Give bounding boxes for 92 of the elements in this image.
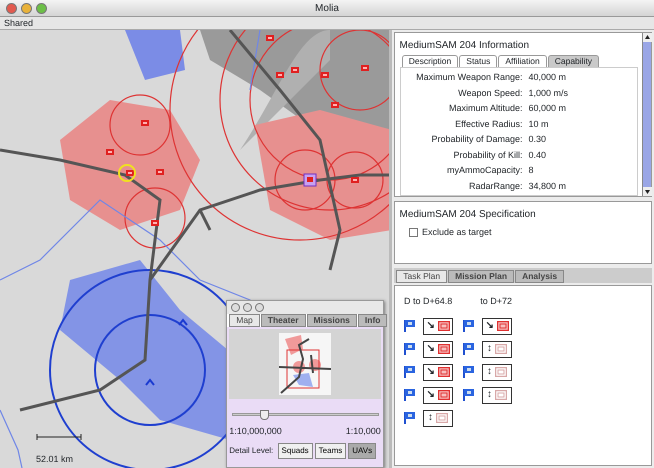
task-button[interactable]: ↘ xyxy=(423,318,453,335)
unit-icon[interactable] xyxy=(331,102,339,108)
selection-ring-icon xyxy=(118,164,136,182)
slider-thumb[interactable] xyxy=(260,410,270,420)
direction-arrow: ↘ xyxy=(426,321,434,332)
detail-button[interactable]: Squads xyxy=(278,443,313,460)
task-button[interactable]: ↘ xyxy=(423,364,453,381)
field-value: 10 m xyxy=(528,118,549,130)
panel-title: MediumSAM 204 Specification xyxy=(400,208,537,222)
task-button[interactable]: ↘ xyxy=(423,386,453,404)
direction-arrow: ↕ xyxy=(487,344,492,354)
direction-arrow: ↘ xyxy=(486,321,494,332)
close-button[interactable] xyxy=(6,2,17,14)
unit-icon[interactable] xyxy=(361,65,369,71)
scale-label: 52.01 km xyxy=(36,454,74,464)
unit-icon[interactable] xyxy=(106,149,114,155)
direction-arrow: ↘ xyxy=(426,344,434,354)
task-button[interactable]: ↕ xyxy=(482,364,512,381)
checkbox[interactable] xyxy=(408,228,418,238)
flag-icon xyxy=(404,366,415,378)
scale-bar xyxy=(36,434,82,440)
tab[interactable]: Theater xyxy=(260,314,306,327)
field-label: myAmmoCapacity: xyxy=(446,164,522,177)
task-button[interactable]: ↘ xyxy=(423,340,453,358)
window-title: Molia xyxy=(315,2,339,16)
task-button[interactable]: ↕ xyxy=(423,410,453,427)
tab[interactable]: Analysis xyxy=(515,270,564,283)
checkbox-label: Exclude as target xyxy=(422,226,492,239)
detail-button[interactable]: UAVs xyxy=(348,443,376,460)
field-value: 60,000 m xyxy=(528,102,566,115)
flag-icon xyxy=(463,366,474,378)
field-label: RadarRange: xyxy=(468,180,522,193)
flag-icon xyxy=(463,389,474,402)
chevron-icon[interactable] xyxy=(178,318,188,326)
field-value: 0.30 xyxy=(528,133,546,146)
task-button[interactable]: ↕ xyxy=(482,386,512,404)
detail-level-label: Detail Level: xyxy=(229,445,274,458)
direction-arrow: ↕ xyxy=(487,390,492,400)
field-value: 0.40 xyxy=(528,148,546,162)
field-value: 40,000 m xyxy=(528,71,566,84)
scale-min-label: 1:10,000,000 xyxy=(229,425,282,438)
direction-arrow: ↕ xyxy=(487,367,492,378)
direction-arrow: ↕ xyxy=(428,413,433,424)
field-label: Probability of Kill: xyxy=(452,148,522,162)
flag-icon xyxy=(463,343,474,356)
minimize-button[interactable] xyxy=(21,2,32,14)
menu-item[interactable]: Shared xyxy=(4,18,34,28)
field-label: Weapon Speed: xyxy=(457,86,522,100)
scale-max-label: 1:10,000 xyxy=(346,425,381,438)
detail-button[interactable]: Teams xyxy=(314,443,346,460)
direction-arrow: ↘ xyxy=(426,367,434,378)
field-label: Probability of Damage: xyxy=(430,133,522,146)
flag-icon xyxy=(404,389,415,402)
overview-map-drawing xyxy=(279,333,331,396)
scroll-up-button[interactable] xyxy=(643,33,652,42)
flag-icon xyxy=(463,320,474,332)
unit-icon[interactable] xyxy=(141,120,149,126)
period-label: to D+72 xyxy=(480,295,512,308)
flag-icon xyxy=(404,320,415,332)
panel-title: MediumSAM 204 Information xyxy=(400,38,530,52)
tab[interactable]: Status xyxy=(459,54,498,67)
field-value: 34,800 m xyxy=(528,180,566,192)
scrollbar[interactable] xyxy=(642,33,651,196)
field-label: Effective Radius: xyxy=(454,118,522,130)
tab[interactable]: Description xyxy=(402,54,458,67)
field-value: 8 xyxy=(528,164,534,177)
tab[interactable]: Map xyxy=(229,314,260,327)
unit-icon[interactable] xyxy=(304,174,316,186)
unit-icon[interactable] xyxy=(126,170,134,176)
flag-icon xyxy=(404,412,415,424)
field-label: Maximum Altitude: xyxy=(448,102,522,115)
period-label: D to D+64.8 xyxy=(404,295,452,308)
field-value: 1,000 m/s xyxy=(528,86,568,100)
tab[interactable]: Affiliation xyxy=(498,54,547,67)
unit-icon[interactable] xyxy=(156,169,164,175)
unit-icon[interactable] xyxy=(266,35,274,41)
unit-icon[interactable] xyxy=(321,72,329,78)
tab[interactable]: Capability xyxy=(548,54,600,67)
task-button[interactable]: ↕ xyxy=(482,340,512,358)
tab[interactable]: Info xyxy=(358,314,388,327)
zoom-button[interactable] xyxy=(36,2,47,14)
task-button[interactable]: ↘ xyxy=(482,318,512,335)
unit-icon[interactable] xyxy=(351,177,359,183)
tab[interactable]: Task Plan xyxy=(396,270,448,283)
flag-icon xyxy=(404,343,415,356)
tab[interactable]: Missions xyxy=(306,314,357,327)
direction-arrow: ↘ xyxy=(426,390,434,400)
tab[interactable]: Mission Plan xyxy=(448,270,514,283)
chevron-icon[interactable] xyxy=(145,378,155,386)
scroll-down-button[interactable] xyxy=(643,187,652,196)
field-label: Maximum Weapon Range: xyxy=(415,71,522,84)
unit-icon[interactable] xyxy=(151,220,159,226)
